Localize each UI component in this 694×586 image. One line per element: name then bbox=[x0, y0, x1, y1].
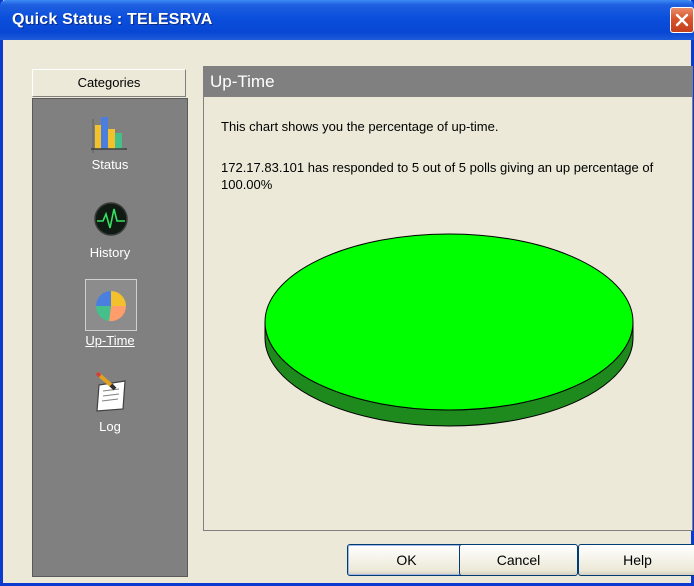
sidebar-item-label: Up-Time bbox=[85, 333, 135, 348]
pie-chart-icon bbox=[85, 279, 137, 331]
help-button[interactable]: Help bbox=[578, 544, 694, 576]
categories-header[interactable]: Categories bbox=[32, 69, 186, 97]
sidebar-item-label: Log bbox=[99, 419, 121, 434]
bar-chart-icon bbox=[85, 107, 137, 159]
categories-sidebar: Status History Up-Time Log bbox=[32, 98, 188, 577]
sidebar-item-label: History bbox=[89, 245, 131, 260]
close-button[interactable] bbox=[670, 7, 694, 33]
pie-slice-up bbox=[264, 233, 634, 411]
cancel-button[interactable]: Cancel bbox=[459, 544, 578, 576]
uptime-pie-chart bbox=[264, 233, 634, 427]
sidebar-item-uptime[interactable]: Up-Time bbox=[33, 279, 187, 354]
notepad-pencil-icon bbox=[85, 367, 137, 419]
heartbeat-icon bbox=[85, 195, 137, 247]
sidebar-item-status[interactable]: Status bbox=[33, 107, 187, 177]
sidebar-item-history[interactable]: History bbox=[33, 195, 187, 265]
title-bar[interactable]: Quick Status : TELESRVA bbox=[0, 0, 694, 40]
close-icon bbox=[675, 13, 689, 27]
sidebar-item-log[interactable]: Log bbox=[33, 367, 187, 437]
panel-description: This chart shows you the percentage of u… bbox=[221, 119, 499, 134]
panel-title: Up-Time bbox=[204, 67, 692, 97]
quick-status-window: Quick Status : TELESRVA Categories Statu… bbox=[0, 0, 694, 586]
sidebar-item-label: Status bbox=[91, 157, 129, 172]
window-title: Quick Status : TELESRVA bbox=[12, 11, 213, 28]
uptime-result-text: 172.17.83.101 has responded to 5 out of … bbox=[221, 160, 654, 192]
uptime-panel: Up-Time This chart shows you the percent… bbox=[203, 66, 693, 531]
ok-button[interactable]: OK bbox=[347, 544, 466, 576]
